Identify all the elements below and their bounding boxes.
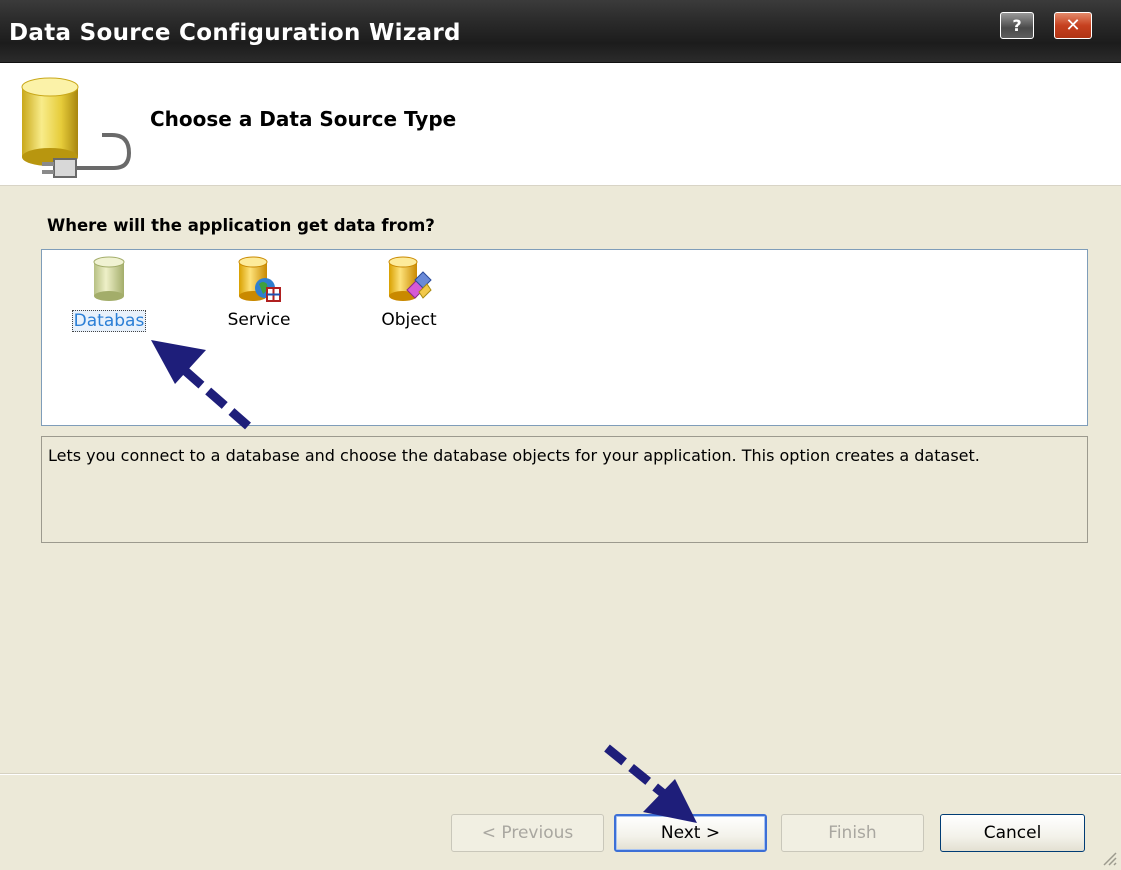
- previous-button[interactable]: < Previous: [451, 814, 604, 852]
- data-source-list[interactable]: Databas Service Object: [41, 249, 1088, 426]
- source-item-service[interactable]: Service: [214, 256, 304, 330]
- window-title: Data Source Configuration Wizard: [9, 20, 461, 46]
- source-label-object: Object: [381, 310, 437, 330]
- source-item-database[interactable]: Databas: [64, 256, 154, 332]
- help-icon: ?: [1012, 16, 1022, 35]
- cancel-button[interactable]: Cancel: [940, 814, 1085, 852]
- next-button[interactable]: Next >: [614, 814, 767, 852]
- object-icon: [388, 256, 432, 301]
- source-description: Lets you connect to a database and choos…: [41, 436, 1088, 543]
- source-label-service: Service: [227, 310, 291, 330]
- close-button[interactable]: ✕: [1054, 12, 1092, 39]
- data-source-prompt: Where will the application get data from…: [47, 216, 435, 235]
- database-plug-icon: [21, 77, 132, 178]
- source-item-object[interactable]: Object: [364, 256, 454, 330]
- page-title: Choose a Data Source Type: [150, 107, 457, 131]
- help-button[interactable]: ?: [1000, 12, 1034, 39]
- footer-divider-highlight: [0, 774, 1121, 775]
- annotation-arrow-next: [604, 744, 697, 823]
- database-icon: [93, 256, 125, 301]
- wizard-header: Choose a Data Source Type: [0, 63, 1121, 186]
- service-icon: [238, 256, 281, 302]
- close-icon: ✕: [1065, 15, 1081, 36]
- title-bar[interactable]: Data Source Configuration Wizard ? ✕: [0, 0, 1121, 63]
- resize-grip-icon[interactable]: [1099, 848, 1117, 866]
- finish-button[interactable]: Finish: [781, 814, 924, 852]
- source-label-database: Databas: [71, 310, 147, 332]
